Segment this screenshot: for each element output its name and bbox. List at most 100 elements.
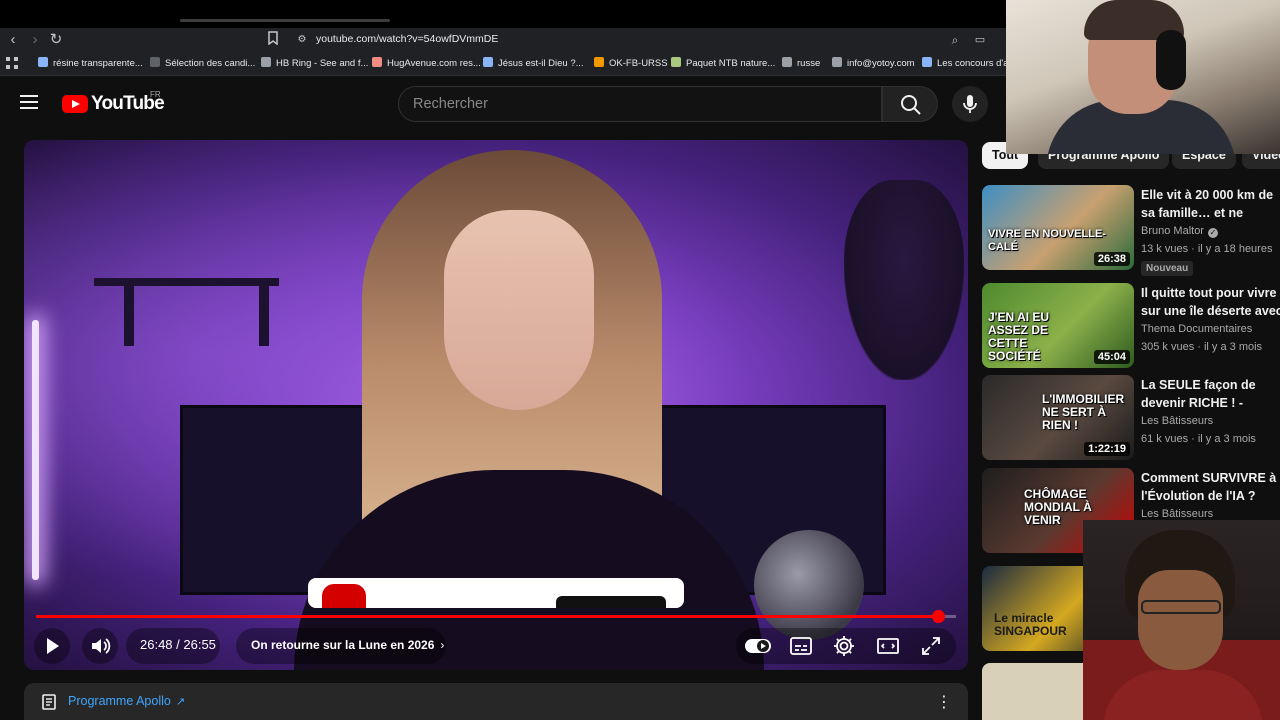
bookmark-item[interactable]: HB Ring - See and f...: [261, 57, 368, 71]
recommendation-item[interactable]: J'EN AI EU ASSEZ DE CETTE SOCIÉTÉ 45:04 …: [982, 283, 1280, 371]
subtitles-icon: [790, 637, 812, 655]
bookmark-favicon: [261, 57, 271, 67]
bookmark-label: russe: [797, 58, 821, 69]
bookmark-label: HB Ring - See and f...: [276, 58, 369, 69]
playlist-bar[interactable]: Programme Apollo ↗ ⋮: [24, 683, 968, 720]
microphone-icon: [963, 95, 977, 113]
cast-icon[interactable]: ▭: [971, 31, 989, 49]
bookmark-item[interactable]: info@yotoy.com: [832, 57, 915, 71]
video-frame: [844, 180, 964, 380]
tab-indicator[interactable]: [180, 19, 390, 22]
bookmark-item[interactable]: OK-FB-URSS: [594, 57, 668, 71]
video-player[interactable]: 26:48 / 26:55 On retourne sur la Lune en…: [24, 140, 968, 670]
video-title[interactable]: La SEULE façon de devenir RICHE ! - Moun…: [1141, 376, 1280, 412]
volume-icon: [92, 638, 111, 654]
video-meta: 305 k vues · il y a 3 mois: [1141, 341, 1263, 353]
recommendation-item[interactable]: L'IMMOBILIER NE SERT À RIEN ! 1:22:19 La…: [982, 375, 1280, 463]
screen: ‹ › ↻ ⚙ youtube.com/watch?v=54owfDVmmDE …: [0, 0, 1280, 720]
video-frame: [32, 320, 39, 580]
reload-icon[interactable]: ↻: [47, 31, 65, 49]
channel-name[interactable]: Bruno Maltor ✓: [1141, 225, 1218, 238]
apps-icon[interactable]: [6, 57, 18, 71]
settings-button[interactable]: [832, 634, 856, 658]
channel-name[interactable]: Les Bâtisseurs: [1141, 415, 1213, 427]
youtube-play-icon: [62, 95, 88, 113]
playlist-icon: [42, 694, 56, 710]
video-meta: 13 k vues · il y a 18 heures: [1141, 243, 1273, 255]
video-title[interactable]: Elle vit à 20 000 km de sa famille… et n…: [1141, 186, 1280, 222]
scrubber-handle[interactable]: [931, 610, 945, 623]
bookmark-item[interactable]: Jésus est-il Dieu ?...: [483, 57, 584, 71]
thumbnail-overlay-text: VIVRE EN NOUVELLE-CALÉ: [988, 228, 1106, 253]
theater-mode-icon: [877, 638, 899, 654]
player-controls: 26:48 / 26:55 On retourne sur la Lune en…: [24, 624, 968, 668]
external-link-icon: ↗: [175, 696, 186, 708]
zoom-icon[interactable]: ⌕: [946, 31, 964, 49]
bookmark-favicon: [594, 57, 604, 67]
new-badge: Nouveau: [1141, 261, 1194, 276]
play-button[interactable]: [34, 628, 70, 664]
recommendation-item[interactable]: VIVRE EN NOUVELLE-CALÉ 26:38 Elle vit à …: [982, 185, 1280, 276]
playlist-label: Programme Apollo: [68, 694, 171, 708]
subtitles-button[interactable]: [788, 635, 814, 657]
thumbnail-overlay-text: Le miracle SINGAPOUR: [994, 611, 1067, 638]
duration-badge: 45:04: [1093, 350, 1130, 364]
bookmark-label: info@yotoy.com: [847, 58, 915, 69]
bookmark-item[interactable]: Paquet NTB nature...: [671, 57, 775, 71]
bookmark-favicon: [671, 57, 681, 67]
gear-icon: [834, 636, 854, 656]
search-box: [398, 86, 882, 122]
site-info-icon[interactable]: ⚙: [293, 31, 311, 49]
video-thumbnail[interactable]: J'EN AI EU ASSEZ DE CETTE SOCIÉTÉ 45:04: [982, 283, 1134, 368]
bookmark-label: HugAvenue.com res...: [387, 58, 481, 69]
voice-search-button[interactable]: [952, 86, 988, 122]
search-icon: [901, 95, 921, 115]
fullscreen-icon: [922, 637, 940, 655]
bookmark-folder[interactable]: russe: [782, 57, 820, 71]
bookmark-star-icon[interactable]: [264, 31, 282, 49]
bookmark-label: Sélection des candi...: [165, 58, 256, 69]
video-title[interactable]: Il quitte tout pour vivre sur une île dé…: [1141, 284, 1280, 320]
theater-mode-button[interactable]: [876, 635, 900, 657]
volume-button[interactable]: [82, 628, 118, 664]
channel-label: Bruno Maltor: [1141, 225, 1204, 237]
webcam-frame: [1138, 570, 1223, 670]
end-screen-card[interactable]: [308, 578, 684, 608]
webcam-frame: [1156, 30, 1186, 90]
thumbnail-overlay-text: L'IMMOBILIER NE SERT À RIEN !: [1042, 392, 1125, 432]
video-frame: [94, 278, 279, 286]
bookmark-item[interactable]: HugAvenue.com res...: [372, 57, 481, 71]
progress-bar[interactable]: [36, 610, 956, 623]
folder-icon: [782, 57, 792, 67]
search-input[interactable]: [399, 87, 881, 121]
channel-name[interactable]: Thema Documentaires: [1141, 323, 1252, 335]
verified-icon: ✓: [1207, 228, 1218, 238]
channel-name[interactable]: Les Bâtisseurs: [1141, 508, 1213, 520]
forward-icon[interactable]: ›: [26, 31, 44, 49]
bookmark-item[interactable]: Les concours d'au: [922, 57, 1014, 71]
thumbnail-overlay-text: J'EN AI EU ASSEZ DE CETTE SOCIÉTÉ: [988, 310, 1050, 363]
bookmark-label: Paquet NTB nature...: [686, 58, 776, 69]
back-icon[interactable]: ‹: [4, 31, 22, 49]
search-button[interactable]: [882, 86, 938, 122]
channel-avatar: [322, 584, 366, 608]
address-bar-url[interactable]: youtube.com/watch?v=54owfDVmmDE: [316, 33, 498, 45]
video-thumbnail[interactable]: L'IMMOBILIER NE SERT À RIEN ! 1:22:19: [982, 375, 1134, 460]
bookmark-favicon: [483, 57, 493, 67]
youtube-logo[interactable]: YouTube FR: [62, 90, 165, 114]
autoplay-toggle[interactable]: [744, 635, 772, 657]
video-title[interactable]: Comment SURVIVRE à l'Évolution de l'IA ?: [1141, 469, 1280, 505]
bookmark-item[interactable]: résine transparente...: [38, 57, 143, 71]
fullscreen-button[interactable]: [920, 635, 942, 657]
menu-icon[interactable]: [20, 95, 38, 109]
more-options-icon[interactable]: ⋮: [936, 692, 952, 712]
bookmark-label: Jésus est-il Dieu ?...: [498, 58, 584, 69]
chapter-title[interactable]: On retourne sur la Lune en 2026 ›: [251, 638, 444, 652]
bookmark-item[interactable]: Sélection des candi...: [150, 57, 255, 71]
bookmark-favicon: [372, 57, 382, 67]
bookmark-favicon: [150, 57, 160, 67]
playlist-link[interactable]: Programme Apollo ↗: [68, 694, 185, 708]
play-icon: [47, 638, 59, 654]
video-thumbnail[interactable]: VIVRE EN NOUVELLE-CALÉ 26:38: [982, 185, 1134, 270]
autoplay-toggle-icon: [745, 639, 771, 653]
